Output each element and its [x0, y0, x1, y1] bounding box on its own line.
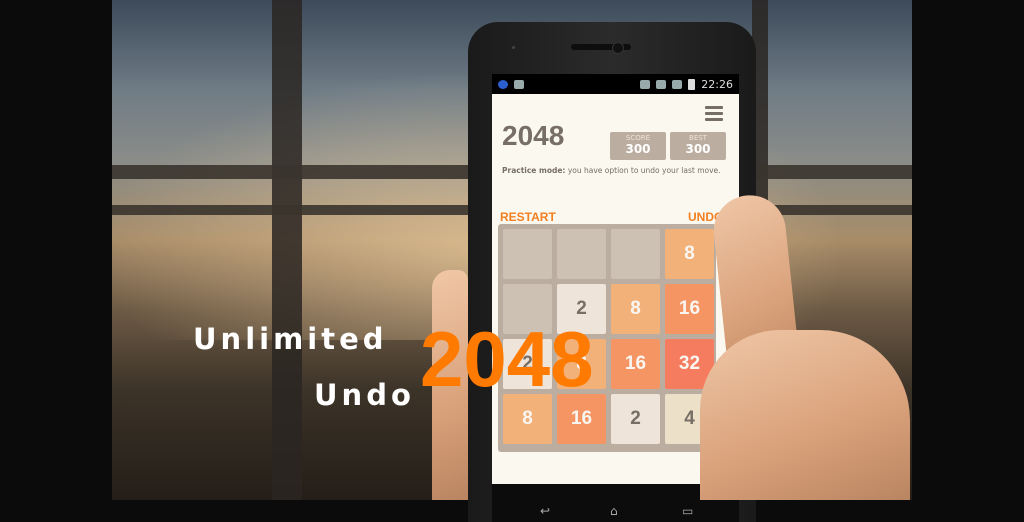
signal-icon: [672, 79, 683, 89]
score-value: 300: [625, 142, 651, 156]
game-title: 2048: [502, 120, 565, 151]
front-camera-icon: [612, 42, 624, 54]
tile: 8: [665, 229, 714, 279]
home-icon[interactable]: ⌂: [610, 504, 618, 518]
promo-line-1: Unlimited: [193, 322, 388, 356]
practice-label: Practice mode:: [502, 166, 566, 175]
tile: 16: [611, 339, 660, 389]
tile: 8: [611, 284, 660, 334]
status-time: 22:26: [701, 77, 733, 91]
score-box: SCORE 300: [610, 132, 666, 160]
score-label: SCORE: [625, 134, 651, 142]
promo-line-2: Undo: [314, 378, 415, 412]
promo-number: 2048: [420, 315, 594, 403]
hamburger-menu-icon[interactable]: [705, 106, 723, 124]
best-box: BEST 300: [670, 132, 726, 160]
window-frame-left: [272, 0, 302, 500]
tile: [557, 229, 606, 279]
practice-mode-text: Practice mode: you have option to undo y…: [502, 166, 721, 175]
tile: [503, 229, 552, 279]
tile: 2: [611, 394, 660, 444]
practice-description: you have option to undo your last move.: [567, 166, 721, 175]
app-notification-icon: [498, 79, 508, 89]
best-label: BEST: [689, 134, 707, 142]
image-notification-icon: [514, 79, 524, 89]
sensor-dot: [512, 46, 515, 49]
tile: 16: [665, 284, 714, 334]
hand-palm: [700, 330, 910, 500]
status-bar: 22:26: [492, 74, 739, 94]
wifi-icon: [656, 79, 667, 89]
best-value: 300: [685, 142, 711, 156]
back-icon[interactable]: ↩: [540, 504, 550, 518]
battery-icon: [688, 78, 696, 90]
recents-icon[interactable]: ▭: [682, 504, 693, 518]
tile: [611, 229, 660, 279]
restart-button[interactable]: RESTART: [500, 210, 556, 224]
rotate-icon: [640, 79, 651, 89]
